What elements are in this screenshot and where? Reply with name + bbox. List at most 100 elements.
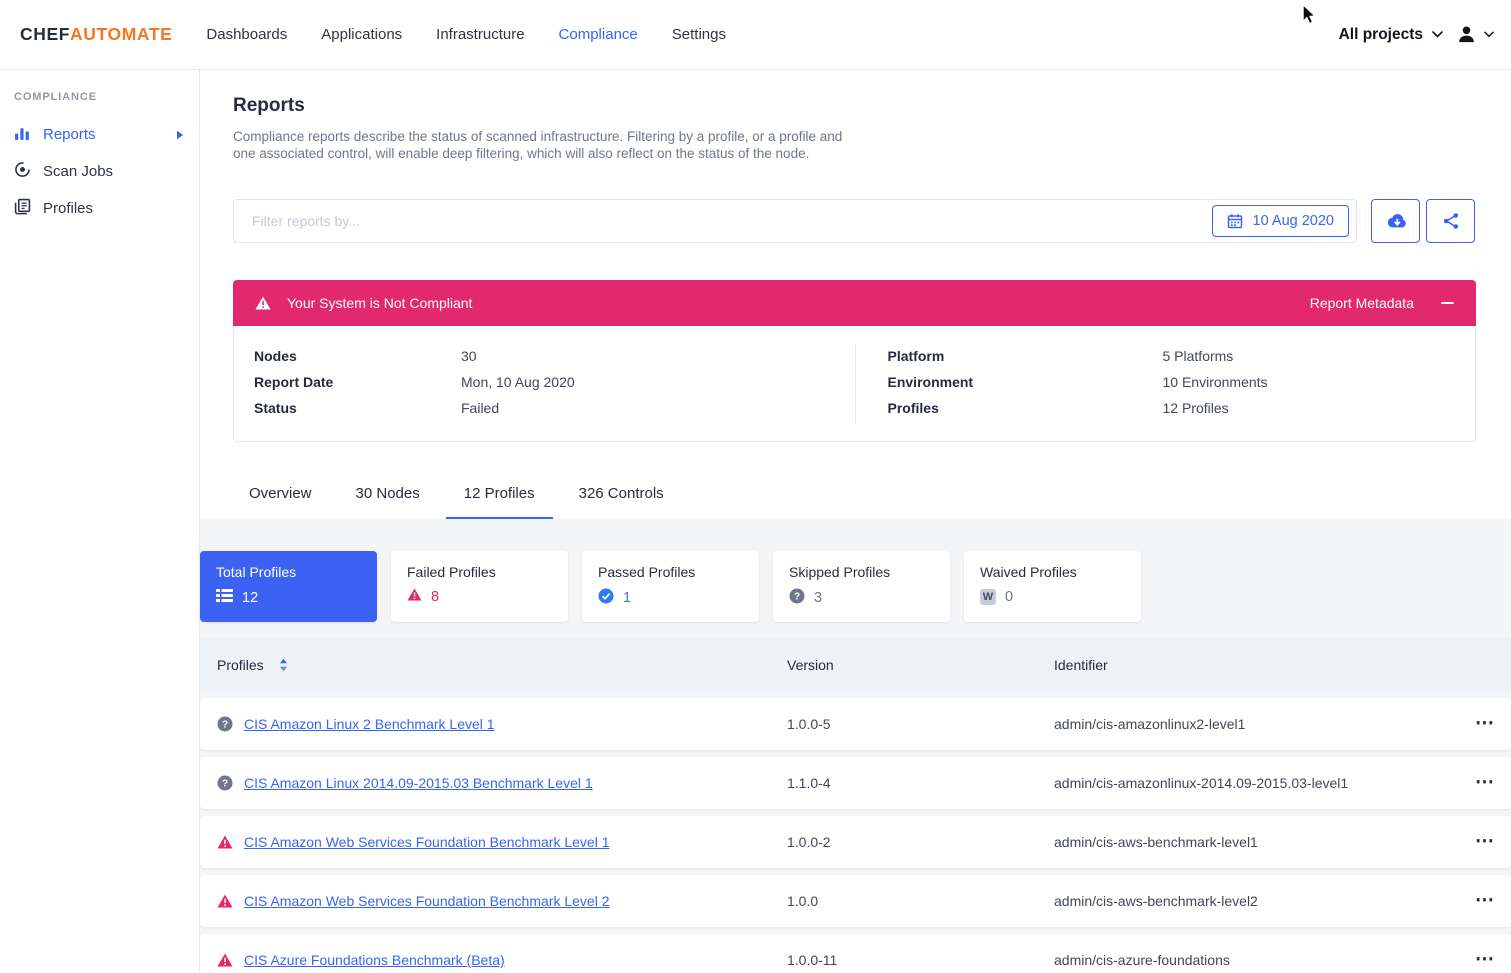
user-icon <box>1456 24 1477 45</box>
question-circle-icon: ? <box>217 775 233 791</box>
profile-actions-cell <box>1459 716 1511 732</box>
row-menu-button[interactable] <box>1475 831 1495 852</box>
svg-text:?: ? <box>222 720 228 731</box>
tab[interactable]: Overview <box>227 485 334 519</box>
profiles-table-header: Profiles Version Identifier <box>200 638 1511 691</box>
stat-card-label: Passed Profiles <box>598 564 743 580</box>
sidebar-item[interactable]: Scan Jobs <box>0 153 199 190</box>
filter-reports-input[interactable] <box>234 200 1212 242</box>
metadata-value: Failed <box>461 399 499 418</box>
share-icon <box>1442 212 1460 230</box>
profile-link[interactable]: CIS Azure Foundations Benchmark (Beta) <box>244 952 505 968</box>
row-menu-button[interactable] <box>1475 890 1495 911</box>
profile-identifier: admin/cis-azure-foundations <box>1054 952 1459 968</box>
download-report-button[interactable] <box>1371 199 1420 243</box>
stat-card-label: Skipped Profiles <box>789 564 934 580</box>
profile-link[interactable]: CIS Amazon Linux 2014.09-2015.03 Benchma… <box>244 775 593 791</box>
banner-message: Your System is Not Compliant <box>287 295 472 311</box>
radar-icon <box>14 161 31 178</box>
nav-item-label: Dashboards <box>206 26 287 43</box>
tab[interactable]: 326 Controls <box>557 485 686 519</box>
nav-item[interactable]: Infrastructure <box>436 26 524 43</box>
profile-version: 1.0.0 <box>787 893 1054 909</box>
stat-card[interactable]: Waived Profiles W 0 <box>964 551 1141 622</box>
profile-status-icon: ? <box>217 775 233 791</box>
profile-link[interactable]: CIS Amazon Web Services Foundation Bench… <box>244 893 609 909</box>
profile-row: CIS Azure Foundations Benchmark (Beta) 1… <box>200 934 1511 973</box>
tab-label: 326 Controls <box>579 485 664 502</box>
stat-card-value-row: 8 <box>407 588 552 605</box>
metadata-label: Status <box>254 399 461 418</box>
metadata-value: Mon, 10 Aug 2020 <box>461 373 575 392</box>
sort-arrows-icon <box>279 658 288 672</box>
stat-card[interactable]: Passed Profiles 1 <box>582 551 759 622</box>
profile-link[interactable]: CIS Amazon Web Services Foundation Bench… <box>244 834 609 850</box>
metadata-label: Environment <box>888 373 1163 392</box>
sort-icon[interactable] <box>279 658 288 672</box>
metadata-label: Platform <box>888 347 1163 366</box>
metadata-row: Nodes 30 <box>254 343 855 369</box>
nav-item[interactable]: Compliance <box>559 26 638 43</box>
row-menu-button[interactable] <box>1475 949 1495 970</box>
stat-card[interactable]: Failed Profiles 8 <box>391 551 568 622</box>
stat-card-value-row: ? 3 <box>789 588 934 608</box>
metadata-label: Profiles <box>888 399 1163 418</box>
nav-item[interactable]: Applications <box>321 26 402 43</box>
metadata-row: Environment 10 Environments <box>888 369 1476 395</box>
profile-actions-cell <box>1459 952 1511 968</box>
metadata-row: Profiles 12 Profiles <box>888 395 1476 421</box>
tab-label: Overview <box>249 485 312 502</box>
date-picker-button[interactable]: 10 Aug 2020 <box>1212 205 1349 237</box>
profile-status-icon <box>217 835 233 849</box>
share-report-button[interactable] <box>1426 199 1475 243</box>
metadata-row: Report Date Mon, 10 Aug 2020 <box>254 369 855 395</box>
nav-item[interactable]: Settings <box>672 26 726 43</box>
nav-right-cluster: All projects <box>1339 24 1494 45</box>
chevron-down-icon <box>1484 31 1494 38</box>
filter-toolbar: 10 Aug 2020 <box>233 199 1476 243</box>
stat-card-value: 8 <box>431 589 439 605</box>
profile-version: 1.0.0-2 <box>787 834 1054 850</box>
stat-card-value: 1 <box>623 590 631 606</box>
report-metadata-toggle[interactable]: Report Metadata <box>1310 295 1454 311</box>
sidebar-item[interactable]: Reports <box>0 116 199 153</box>
expand-arrow-icon[interactable] <box>176 130 184 140</box>
tab[interactable]: 30 Nodes <box>334 485 442 519</box>
warning-triangle-icon <box>217 953 233 967</box>
projects-filter-dropdown[interactable]: All projects <box>1339 26 1443 44</box>
profile-link[interactable]: CIS Amazon Linux 2 Benchmark Level 1 <box>244 716 495 732</box>
tab-label: 12 Profiles <box>464 485 535 502</box>
stat-card[interactable]: Total Profiles 12 <box>200 551 377 622</box>
profile-row: CIS Amazon Web Services Foundation Bench… <box>200 875 1511 927</box>
sidebar-item[interactable]: Profiles <box>0 190 199 227</box>
compliance-sidebar: COMPLIANCE Reports Scan Jobs <box>0 70 200 973</box>
column-header-version: Version <box>787 657 1054 673</box>
metadata-label: Report Date <box>254 373 461 392</box>
warning-triangle-icon <box>255 296 271 310</box>
tab[interactable]: 12 Profiles <box>442 485 557 519</box>
main-content: Reports Compliance reports describe the … <box>200 70 1511 973</box>
compliance-alert-banner: Your System is Not Compliant Report Meta… <box>233 280 1476 326</box>
profile-cell: ? CIS Amazon Linux 2 Benchmark Level 1 <box>200 716 787 732</box>
nav-item-label: Settings <box>672 26 726 43</box>
profile-stat-cards: Total Profiles 12 Failed Profi <box>200 551 1511 622</box>
stat-card-value: 12 <box>242 590 258 606</box>
row-menu-button[interactable] <box>1475 772 1495 793</box>
stat-card[interactable]: Skipped Profiles ? 3 <box>773 551 950 622</box>
nav-item[interactable]: Dashboards <box>206 26 287 43</box>
user-menu[interactable] <box>1456 24 1494 45</box>
profiles-section: Total Profiles 12 Failed Profi <box>200 519 1511 973</box>
nav-item-label: Compliance <box>559 26 638 43</box>
chef-automate-logo[interactable]: CHEFAUTOMATE <box>20 24 172 45</box>
warning-triangle-icon <box>217 835 233 849</box>
row-menu-button[interactable] <box>1475 713 1495 734</box>
date-picker-label: 10 Aug 2020 <box>1253 213 1334 229</box>
sidebar-item-icon <box>14 124 31 145</box>
profiles-icon <box>14 198 31 215</box>
question-circle-icon: ? <box>789 588 805 604</box>
top-navigation: CHEFAUTOMATE Dashboards Applications Inf… <box>0 0 1511 70</box>
collapse-minus-icon[interactable] <box>1441 302 1454 304</box>
sidebar-item-label: Reports <box>43 126 96 143</box>
sidebar-item-label: Scan Jobs <box>43 163 113 180</box>
bar-chart-icon <box>14 124 31 141</box>
